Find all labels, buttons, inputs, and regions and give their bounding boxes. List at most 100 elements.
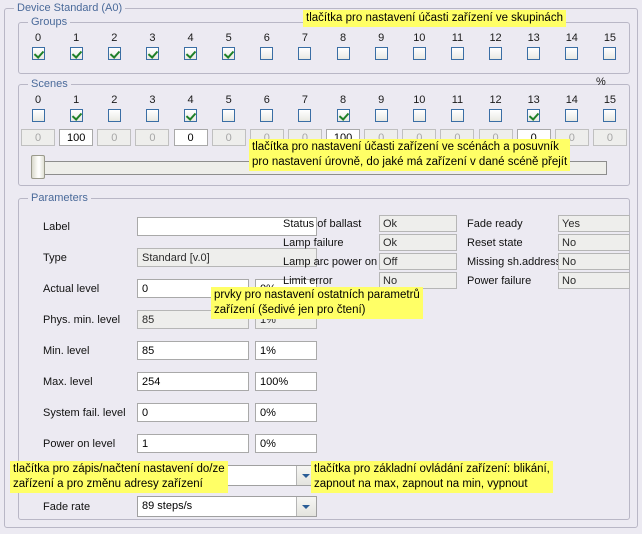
status-label-c1-1: Lamp failure <box>283 237 344 249</box>
group-checkbox-10[interactable] <box>412 47 426 60</box>
scene-cell-1: 1 <box>57 94 95 122</box>
group-cell-12: 12 <box>477 32 515 60</box>
parameter-value-4[interactable]: 85 <box>137 341 249 360</box>
group-cell-10: 10 <box>400 32 438 60</box>
group-number-5: 5 <box>225 32 232 44</box>
group-checkbox-5[interactable] <box>222 47 236 60</box>
combo-select-1[interactable]: 89 steps/s <box>137 496 317 517</box>
parameter-value-7[interactable]: 1 <box>137 434 249 453</box>
status-value-c1-1: Ok <box>379 234 457 251</box>
scene-cell-14: 14 <box>553 94 591 122</box>
scene-checkbox-2[interactable] <box>107 109 121 122</box>
scene-cell-9: 9 <box>362 94 400 122</box>
scene-number-11: 11 <box>451 94 464 106</box>
parameter-label-3: Phys. min. level <box>43 314 121 326</box>
scene-checkbox-5[interactable] <box>222 109 236 122</box>
group-cell-9: 9 <box>362 32 400 60</box>
status-value-c2-2: No <box>558 253 630 270</box>
group-checkbox-6[interactable] <box>260 47 274 60</box>
scene-cell-13: 13 <box>515 94 553 122</box>
scene-cell-4: 4 <box>172 94 210 122</box>
parameter-label-5: Max. level <box>43 376 93 388</box>
parameter-value-6[interactable]: 0 <box>137 403 249 422</box>
scene-checkbox-3[interactable] <box>145 109 159 122</box>
group-checkbox-4[interactable] <box>184 47 198 60</box>
scene-number-2: 2 <box>111 94 118 106</box>
combo-label-1: Fade rate <box>43 501 91 513</box>
group-checkbox-9[interactable] <box>374 47 388 60</box>
status-label-c1-0: Status of ballast <box>283 218 362 230</box>
annotation-groups-note: tlačítka pro nastavení účasti zařízení v… <box>303 10 566 27</box>
scene-number-5: 5 <box>225 94 232 106</box>
scene-cell-6: 6 <box>248 94 286 122</box>
scene-checkbox-6[interactable] <box>260 109 274 122</box>
scene-level-input-3: 0 <box>135 129 170 146</box>
scene-checkbox-13[interactable] <box>527 109 541 122</box>
chevron-down-icon[interactable] <box>296 497 316 516</box>
scene-checkbox-14[interactable] <box>565 109 579 122</box>
scene-number-14: 14 <box>565 94 578 106</box>
scene-checkbox-15[interactable] <box>603 109 617 122</box>
scene-checkbox-1[interactable] <box>69 109 83 122</box>
group-number-4: 4 <box>187 32 194 44</box>
parameter-label-4: Min. level <box>43 345 90 357</box>
group-checkbox-14[interactable] <box>565 47 579 60</box>
scene-level-cell-2: 0 <box>95 129 133 146</box>
slider-thumb[interactable] <box>31 155 45 179</box>
group-cell-13: 13 <box>515 32 553 60</box>
scene-checkbox-7[interactable] <box>298 109 312 122</box>
group-checkbox-12[interactable] <box>489 47 503 60</box>
group-number-10: 10 <box>413 32 426 44</box>
scene-level-input-2: 0 <box>97 129 132 146</box>
scene-checkbox-11[interactable] <box>450 109 464 122</box>
group-checkbox-1[interactable] <box>69 47 83 60</box>
scenes-groupbox-title: Scenes <box>28 78 71 90</box>
parameter-value-5[interactable]: 254 <box>137 372 249 391</box>
group-checkbox-7[interactable] <box>298 47 312 60</box>
scene-checkbox-0[interactable] <box>31 109 45 122</box>
group-cell-5: 5 <box>210 32 248 60</box>
group-checkbox-0[interactable] <box>31 47 45 60</box>
scene-checkbox-9[interactable] <box>374 109 388 122</box>
scenes-checkbox-row: 0 1 2 3 4 5 6 7 8 9 10 11 12 13 14 15 <box>19 94 629 122</box>
group-number-11: 11 <box>451 32 464 44</box>
dali-device-panel: Device Standard (A0) Groups 0 1 2 3 4 5 6 7 8 9 10… <box>0 0 642 534</box>
scene-number-12: 12 <box>489 94 502 106</box>
group-checkbox-8[interactable] <box>336 47 350 60</box>
scene-cell-11: 11 <box>438 94 476 122</box>
annotation-scenes-note: tlačítka pro nastavení účasti zařízení v… <box>249 139 571 171</box>
scene-number-8: 8 <box>340 94 347 106</box>
parameter-percent-6: 0% <box>255 403 317 422</box>
status-value-c1-0: Ok <box>379 215 457 232</box>
scene-level-cell-1: 100 <box>57 129 95 146</box>
group-cell-14: 14 <box>553 32 591 60</box>
parameters-groupbox-title: Parameters <box>28 192 91 204</box>
scene-checkbox-12[interactable] <box>489 109 503 122</box>
group-cell-15: 15 <box>591 32 629 60</box>
group-checkbox-13[interactable] <box>527 47 541 60</box>
parameter-percent-4: 1% <box>255 341 317 360</box>
groups-checkbox-row: 0 1 2 3 4 5 6 7 8 9 10 11 12 13 14 15 <box>19 32 629 60</box>
parameter-label-1: Type <box>43 252 67 264</box>
scene-level-input-4[interactable]: 0 <box>173 129 208 146</box>
group-checkbox-2[interactable] <box>107 47 121 60</box>
parameter-label-0: Label <box>43 221 70 233</box>
status-label-c2-0: Fade ready <box>467 218 523 230</box>
group-checkbox-11[interactable] <box>450 47 464 60</box>
scene-checkbox-8[interactable] <box>336 109 350 122</box>
status-label-c1-3: Limit error <box>283 275 333 287</box>
group-cell-3: 3 <box>133 32 171 60</box>
group-checkbox-3[interactable] <box>145 47 159 60</box>
scene-level-cell-0: 0 <box>19 129 57 146</box>
scene-cell-8: 8 <box>324 94 362 122</box>
slider-percent-label: % <box>596 76 606 88</box>
group-checkbox-15[interactable] <box>603 47 617 60</box>
scene-level-cell-15: 0 <box>591 129 629 146</box>
annotation-write-read-note: tlačítka pro zápis/načtení nastavení do/… <box>10 461 228 493</box>
group-number-12: 12 <box>489 32 502 44</box>
scene-level-cell-5: 0 <box>210 129 248 146</box>
parameter-percent-7: 0% <box>255 434 317 453</box>
scene-level-input-1[interactable]: 100 <box>59 129 94 146</box>
scene-checkbox-4[interactable] <box>184 109 198 122</box>
scene-checkbox-10[interactable] <box>412 109 426 122</box>
